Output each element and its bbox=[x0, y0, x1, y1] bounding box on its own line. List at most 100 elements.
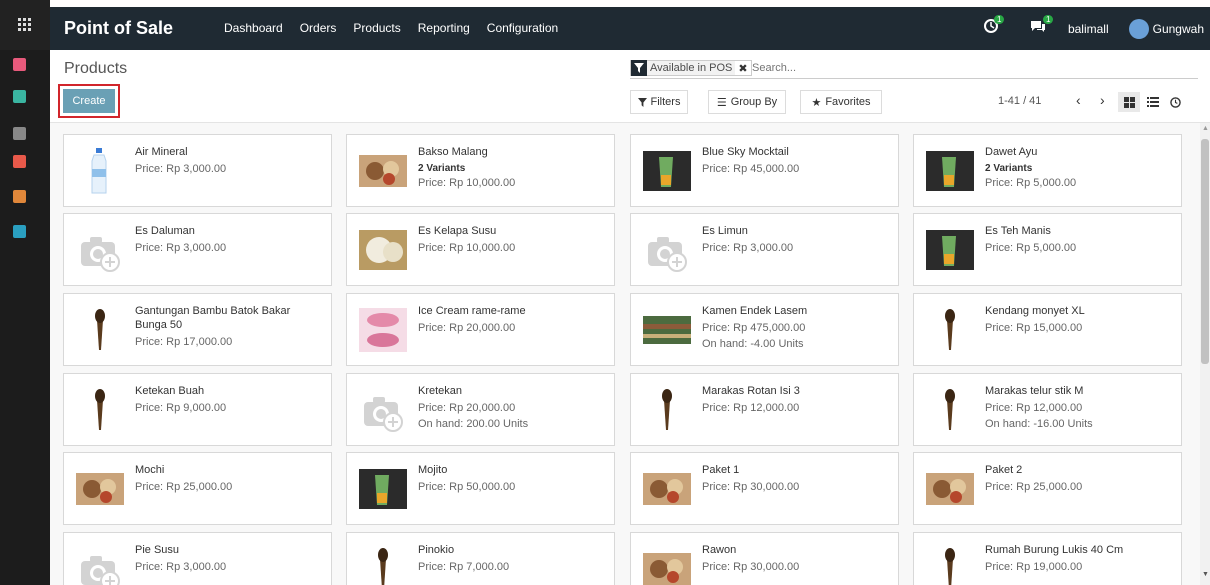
discuss-app-icon[interactable] bbox=[13, 58, 26, 71]
product-card[interactable]: Marakas telur stik M Price: Rp 12,000.00 O… bbox=[913, 373, 1182, 446]
company-switcher[interactable]: balimall bbox=[1068, 22, 1109, 36]
scrollbar-thumb[interactable] bbox=[1201, 139, 1209, 364]
product-onhand: On hand: 200.00 Units bbox=[418, 418, 529, 430]
product-card[interactable]: Es Limun Price: Rp 3,000.00 bbox=[630, 213, 899, 286]
favorites-label: Favorites bbox=[825, 96, 871, 108]
kanban-view: Air Mineral Price: Rp 3,000.00 Bakso Malan… bbox=[50, 123, 1200, 585]
search-input[interactable] bbox=[752, 62, 952, 74]
employees-app-icon[interactable] bbox=[13, 225, 26, 238]
favorites-button[interactable]: ★ Favorites bbox=[800, 90, 882, 114]
sales-app-icon[interactable] bbox=[13, 155, 26, 168]
search-bar: Available in POS ✖ bbox=[630, 58, 1198, 79]
user-avatar[interactable] bbox=[1128, 19, 1149, 39]
food-photo-icon bbox=[359, 145, 407, 197]
product-name: Blue Sky Mocktail bbox=[702, 146, 789, 158]
product-price: Price: Rp 9,000.00 bbox=[135, 402, 227, 414]
filters-button[interactable]: Filters bbox=[630, 90, 688, 114]
camera-placeholder-icon bbox=[643, 224, 691, 276]
camera-placeholder-icon bbox=[76, 543, 124, 585]
app-sidebar bbox=[0, 0, 50, 585]
product-price: Price: Rp 3,000.00 bbox=[135, 163, 227, 175]
scroll-down-arrow[interactable]: ▼ bbox=[1202, 571, 1209, 578]
product-card[interactable]: Paket 1 Price: Rp 30,000.00 bbox=[630, 452, 899, 525]
product-card[interactable]: Rumah Burung Lukis 40 Cm Price: Rp 19,000… bbox=[913, 532, 1182, 585]
scroll-up-arrow[interactable]: ▲ bbox=[1202, 125, 1209, 132]
menu-orders[interactable]: Orders bbox=[300, 21, 337, 35]
product-card[interactable]: Ice Cream rame-rame Price: Rp 20,000.00 bbox=[346, 293, 615, 366]
pager-value[interactable]: 1-41 / 41 bbox=[998, 95, 1041, 107]
pager-next-icon[interactable]: › bbox=[1100, 92, 1105, 108]
product-name: Marakas telur stik M bbox=[985, 385, 1084, 397]
icecream-photo-icon bbox=[359, 304, 407, 356]
product-price: Price: Rp 25,000.00 bbox=[135, 481, 233, 493]
scrollbar[interactable]: ▲ ▼ bbox=[1200, 123, 1210, 585]
search-facet[interactable]: Available in POS ✖ bbox=[630, 60, 752, 76]
pos-app-icon[interactable] bbox=[13, 127, 26, 140]
product-name: Pinokio bbox=[418, 544, 455, 556]
product-name: Kretekan bbox=[418, 385, 463, 397]
main-menu: Dashboard Orders Products Reporting Conf… bbox=[224, 21, 575, 35]
product-name: Es Kelapa Susu bbox=[418, 225, 497, 237]
filters-label: Filters bbox=[650, 96, 681, 108]
product-card[interactable]: Pinokio Price: Rp 7,000.00 bbox=[346, 532, 615, 585]
list-icon bbox=[1147, 97, 1159, 107]
product-card[interactable]: Kretekan Price: Rp 20,000.00 On hand: 200.… bbox=[346, 373, 615, 446]
facet-label: Available in POS bbox=[647, 61, 736, 75]
product-card[interactable]: Blue Sky Mocktail Price: Rp 45,000.00 bbox=[630, 134, 899, 207]
menu-configuration[interactable]: Configuration bbox=[487, 21, 558, 35]
product-card[interactable]: Rawon Price: Rp 30,000.00 bbox=[630, 532, 899, 585]
product-card[interactable]: Paket 2 Price: Rp 25,000.00 bbox=[913, 452, 1182, 525]
product-onhand: On hand: -4.00 Units bbox=[702, 338, 804, 350]
craft-photo-icon bbox=[926, 384, 974, 436]
groupby-button[interactable]: ☰ Group By bbox=[708, 90, 786, 114]
product-name: Paket 1 bbox=[702, 464, 740, 476]
product-name: Bakso Malang bbox=[418, 146, 488, 158]
remove-facet-icon[interactable]: ✖ bbox=[735, 62, 750, 75]
clock-icon bbox=[1169, 96, 1181, 108]
product-price: Price: Rp 12,000.00 bbox=[702, 402, 800, 414]
user-menu[interactable]: Gungwah bbox=[1153, 22, 1204, 36]
product-card[interactable]: Marakas Rotan Isi 3 Price: Rp 12,000.00 bbox=[630, 373, 899, 446]
product-price: Price: Rp 475,000.00 bbox=[702, 322, 806, 334]
product-card[interactable]: Mochi Price: Rp 25,000.00 bbox=[63, 452, 332, 525]
product-price: Price: Rp 3,000.00 bbox=[135, 242, 227, 254]
kanban-view-button[interactable] bbox=[1118, 92, 1140, 112]
grid-icon bbox=[1123, 96, 1135, 108]
activity-button[interactable]: 1 bbox=[983, 15, 1014, 39]
product-price: Price: Rp 20,000.00 bbox=[418, 402, 516, 414]
contacts-app-icon[interactable] bbox=[13, 90, 26, 103]
create-button[interactable]: Create bbox=[63, 89, 115, 113]
groupby-label: Group By bbox=[730, 96, 778, 108]
product-card[interactable]: Mojito Price: Rp 50,000.00 bbox=[346, 452, 615, 525]
product-card[interactable]: Kendang monyet XL Price: Rp 15,000.00 bbox=[913, 293, 1182, 366]
product-price: Price: Rp 3,000.00 bbox=[702, 242, 794, 254]
camera-placeholder-icon bbox=[359, 384, 407, 436]
product-card[interactable]: Bakso Malang 2 Variants Price: Rp 10,000.0… bbox=[346, 134, 615, 207]
messages-button[interactable]: 1 bbox=[1030, 15, 1060, 39]
product-card[interactable]: Es Kelapa Susu Price: Rp 10,000.00 bbox=[346, 213, 615, 286]
product-onhand: On hand: -16.00 Units bbox=[985, 418, 1093, 430]
product-card[interactable]: Dawet Ayu 2 Variants Price: Rp 5,000.00 bbox=[913, 134, 1182, 207]
menu-products[interactable]: Products bbox=[353, 21, 400, 35]
product-name: Rawon bbox=[702, 544, 737, 556]
product-card[interactable]: Kamen Endek Lasem Price: Rp 475,000.00 On … bbox=[630, 293, 899, 366]
product-card[interactable]: Pie Susu Price: Rp 3,000.00 bbox=[63, 532, 332, 585]
product-name: Pie Susu bbox=[135, 544, 180, 556]
product-card[interactable]: Es Daluman Price: Rp 3,000.00 bbox=[63, 213, 332, 286]
menu-reporting[interactable]: Reporting bbox=[418, 21, 470, 35]
craft-photo-icon bbox=[926, 304, 974, 356]
product-card[interactable]: Es Teh Manis Price: Rp 5,000.00 bbox=[913, 213, 1182, 286]
pager-previous-icon[interactable]: ‹ bbox=[1076, 92, 1081, 108]
apps-menu-icon[interactable] bbox=[0, 0, 50, 50]
product-card[interactable]: Ketekan Buah Price: Rp 9,000.00 bbox=[63, 373, 332, 446]
drink-photo-icon bbox=[359, 463, 407, 515]
inventory-app-icon[interactable] bbox=[13, 190, 26, 203]
product-card[interactable]: Air Mineral Price: Rp 3,000.00 bbox=[63, 134, 332, 207]
product-price: Price: Rp 10,000.00 bbox=[418, 242, 516, 254]
list-view-button[interactable] bbox=[1142, 92, 1164, 112]
activity-view-button[interactable] bbox=[1164, 92, 1186, 112]
menu-dashboard[interactable]: Dashboard bbox=[224, 21, 283, 35]
product-price: Price: Rp 3,000.00 bbox=[135, 561, 227, 573]
product-card[interactable]: Gantungan Bambu Batok Bakar Bunga 50 Pric… bbox=[63, 293, 332, 366]
app-brand[interactable]: Point of Sale bbox=[64, 18, 173, 39]
